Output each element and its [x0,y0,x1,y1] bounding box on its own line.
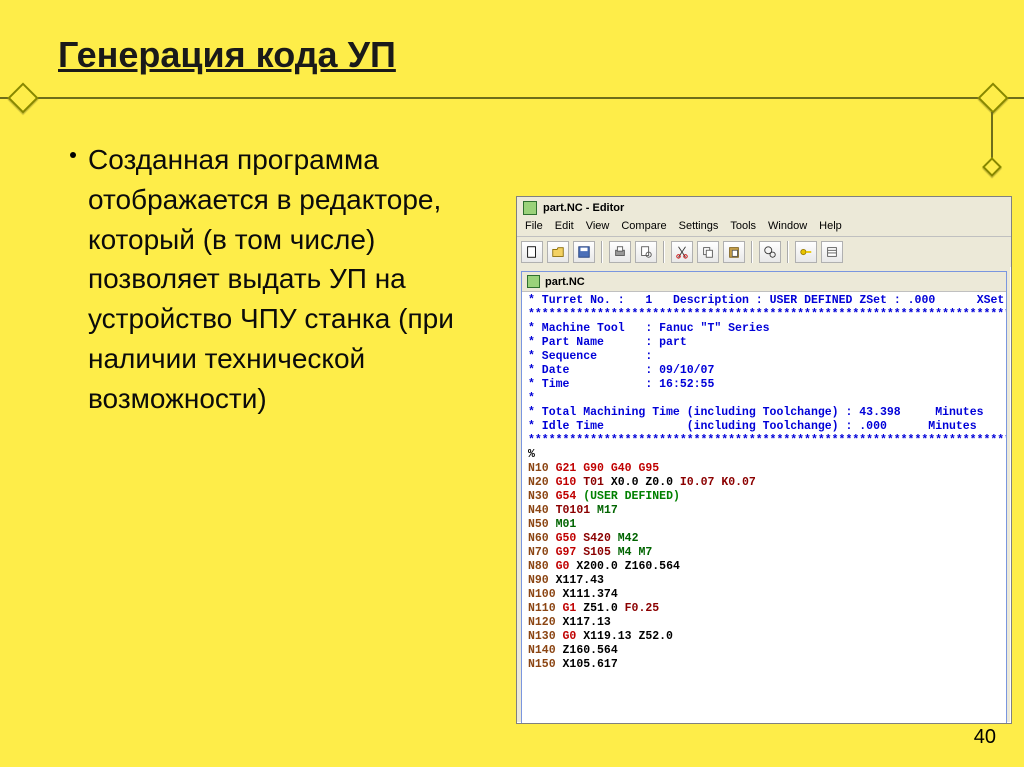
title-rule [0,97,1024,99]
menu-tools[interactable]: Tools [730,220,756,236]
copy-icon[interactable] [697,241,719,263]
menu-edit[interactable]: Edit [555,220,574,236]
menu-window[interactable]: Window [768,220,807,236]
diamond-left-icon [7,82,38,113]
window-titlebar[interactable]: part.NC - Editor [517,197,1011,219]
editor-window: part.NC - Editor File Edit View Compare … [516,196,1012,724]
app-icon [523,201,537,215]
toolbar-sep [751,241,753,263]
bullet-text: Созданная программа отображается в редак… [88,140,504,418]
new-icon[interactable] [521,241,543,263]
toolbar-sep [601,241,603,263]
settings-icon[interactable] [821,241,843,263]
bullet-dot-icon [70,152,76,158]
find-icon[interactable] [759,241,781,263]
toolbar [517,237,1011,267]
window-title: part.NC - Editor [543,202,624,214]
cut-icon[interactable] [671,241,693,263]
preview-icon[interactable] [635,241,657,263]
slide-title-row: Генерация кода УП [0,34,1024,84]
diamond-right-icon [977,82,1008,113]
menu-compare[interactable]: Compare [621,220,666,236]
save-icon[interactable] [573,241,595,263]
paste-icon[interactable] [723,241,745,263]
menu-help[interactable]: Help [819,220,842,236]
code-view[interactable]: * Turret No. : 1 Description : USER DEFI… [522,292,1006,724]
menubar: File Edit View Compare Settings Tools Wi… [517,219,1011,237]
doc-icon [527,275,540,288]
slide-title: Генерация кода УП [58,34,396,76]
bullet-item: Созданная программа отображается в редак… [64,140,504,418]
toolbar-sep [787,241,789,263]
bullet-column: Созданная программа отображается в редак… [64,140,504,418]
page-number: 40 [974,726,996,749]
connector-line [991,112,993,160]
document-tab[interactable]: part.NC [522,272,1006,292]
menu-file[interactable]: File [525,220,543,236]
document-tab-label: part.NC [545,276,585,288]
toolbar-sep [663,241,665,263]
menu-settings[interactable]: Settings [679,220,719,236]
menu-view[interactable]: View [586,220,610,236]
print-icon[interactable] [609,241,631,263]
key-icon[interactable] [795,241,817,263]
document-pane: part.NC * Turret No. : 1 Description : U… [521,271,1007,724]
open-icon[interactable] [547,241,569,263]
diamond-small-icon [982,157,1002,177]
